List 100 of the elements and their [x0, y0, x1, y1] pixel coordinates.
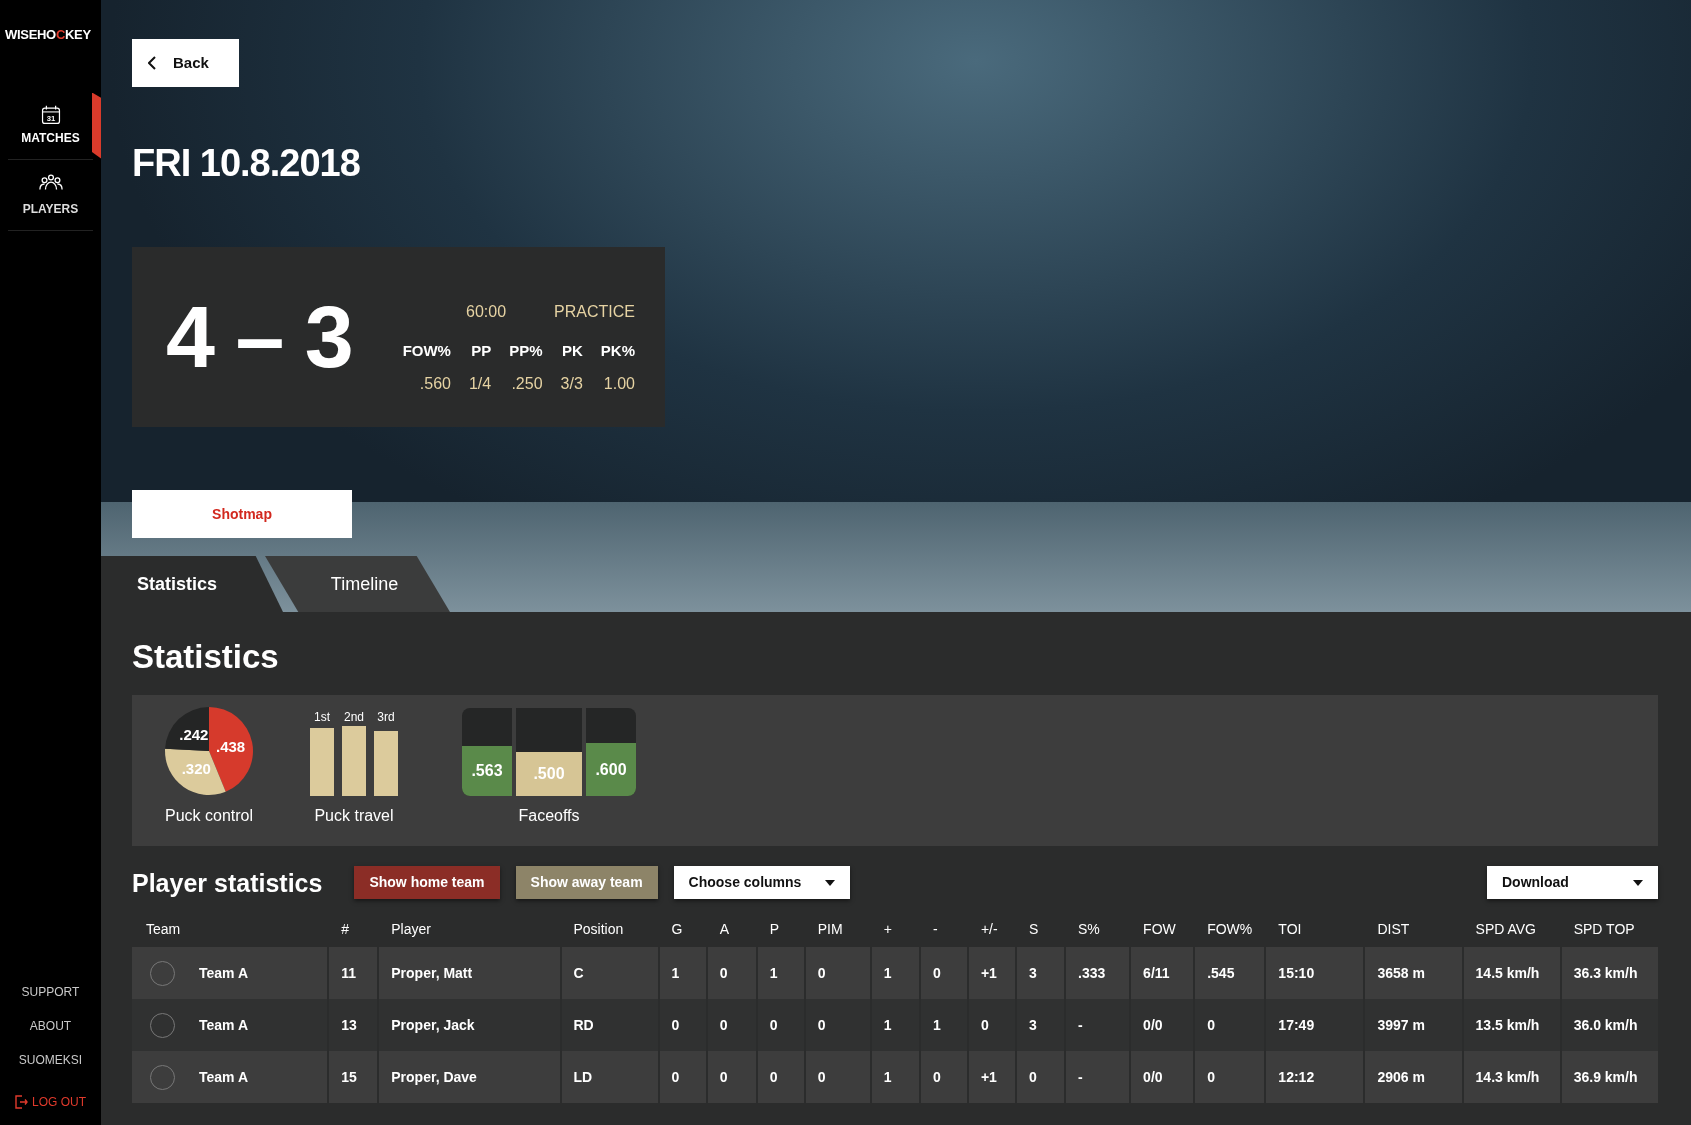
period-label: 1st — [314, 709, 330, 726]
active-indicator — [92, 92, 101, 159]
stat-value: 1/4 — [468, 374, 492, 395]
table-cell: 36.0 km/h — [1561, 999, 1658, 1051]
nav-item[interactable]: 31 MATCHES — [0, 92, 101, 159]
column-header: PIM — [816, 919, 844, 939]
table-cell: 1 — [757, 947, 804, 999]
stat-value: 3/3 — [560, 374, 583, 395]
stat-value: 1.00 — [602, 374, 635, 395]
table-cell: 12:12 — [1266, 1051, 1364, 1103]
team-name: Team A — [199, 1067, 248, 1087]
slice-label: .242 — [179, 726, 209, 744]
chart-caption: Puck control — [164, 806, 253, 826]
column-header: + — [882, 919, 893, 939]
column-header: SPD AVG — [1474, 919, 1537, 939]
shotmap-button[interactable]: Shotmap — [132, 490, 352, 538]
table-cell: 0 — [757, 999, 804, 1051]
match-date: FRI 10.8.2018 — [132, 144, 361, 182]
dropdown-button[interactable]: Choose columns — [673, 866, 851, 899]
table-cell: - — [1066, 1051, 1130, 1103]
sidebar-link[interactable]: SUPPORT — [21, 983, 80, 1001]
filter-button[interactable]: Show home team — [354, 866, 500, 899]
table-cell: +1 — [968, 1051, 1015, 1103]
column-header: SPD TOP — [1572, 919, 1636, 939]
team-name: Team A — [199, 963, 248, 983]
logout-link[interactable]: LOG OUT — [15, 1093, 86, 1111]
chevron-left-icon — [148, 56, 157, 70]
table-cell: 6/11 — [1131, 947, 1194, 999]
table-cell: 14.5 km/h — [1463, 947, 1560, 999]
slice-label: .438 — [216, 737, 246, 755]
table-cell: 0 — [968, 999, 1015, 1051]
bar — [342, 726, 366, 796]
table-cell: 0 — [1195, 1051, 1265, 1103]
dropdown-button[interactable]: Download — [1487, 866, 1658, 899]
section-heading: Player statistics — [132, 867, 323, 898]
table-cell: 1 — [871, 1051, 919, 1103]
nav-item[interactable]: PLAYERS — [0, 159, 101, 230]
game-time: 60:00 — [466, 301, 507, 322]
stat-label: PP% — [509, 340, 543, 361]
filter-button[interactable]: Show away team — [515, 866, 658, 899]
table-cell: 1 — [659, 947, 706, 999]
team-name: Team A — [199, 1015, 248, 1035]
table-cell: Proper, Matt — [379, 947, 560, 999]
table-cell: 0/0 — [1131, 1051, 1194, 1103]
table-cell: LD — [561, 1051, 658, 1103]
column-header: P — [768, 919, 781, 939]
table-cell: 36.9 km/h — [1561, 1051, 1658, 1103]
table-cell: 17:49 — [1266, 999, 1364, 1051]
chart-caption: Puck travel — [314, 806, 394, 826]
table-cell: Proper, Jack — [379, 999, 560, 1051]
table-cell: 15 — [329, 1051, 378, 1103]
column-header: S% — [1077, 919, 1101, 939]
table-cell: 13.5 km/h — [1463, 999, 1560, 1051]
table-cell: Proper, Dave — [379, 1051, 560, 1103]
table-cell: 3 — [1016, 999, 1064, 1051]
column-header: TOI — [1277, 919, 1303, 939]
meter-reading: .600 — [595, 759, 627, 780]
table-cell: C — [561, 947, 658, 999]
slice-label: .320 — [181, 759, 211, 777]
stat-label: PK% — [600, 340, 635, 361]
table-cell: 3658 m — [1365, 947, 1462, 999]
caret-icon — [825, 879, 836, 886]
tab[interactable]: Timeline — [265, 556, 450, 612]
column-header: Team — [145, 919, 182, 939]
table-cell: 1 — [871, 947, 919, 999]
logout-icon — [15, 1095, 28, 1109]
meter-reading: .500 — [533, 764, 565, 784]
score: 4 – 3 — [166, 286, 352, 388]
table-cell: 0 — [805, 1051, 870, 1103]
game-type: PRACTICE — [554, 301, 635, 322]
table-cell: 15:10 — [1266, 947, 1364, 999]
column-header: G — [670, 919, 684, 939]
stat-label: PK — [560, 340, 583, 361]
stat-label: PP — [470, 340, 492, 361]
table-cell: RD — [561, 999, 658, 1051]
sidebar-link[interactable]: SUOMEKSI — [18, 1051, 83, 1069]
tab[interactable]: Statistics — [101, 556, 283, 612]
table-cell: 0 — [920, 1051, 967, 1103]
table-cell: 1 — [871, 999, 919, 1051]
bar — [310, 728, 334, 796]
table-cell: +1 — [968, 947, 1015, 999]
table-cell: 2906 m — [1365, 1051, 1462, 1103]
table-cell: 0 — [805, 999, 870, 1051]
period-label: 2nd — [344, 709, 364, 726]
stat-value: .560 — [418, 374, 451, 395]
table-cell: 0 — [920, 947, 967, 999]
meter-reading: .563 — [471, 761, 503, 782]
back-button[interactable]: Back — [132, 39, 239, 87]
column-header: +/- — [979, 919, 999, 939]
sidebar-link[interactable]: ABOUT — [29, 1017, 72, 1035]
column-header: FOW — [1142, 919, 1177, 939]
table-cell: 0 — [1195, 999, 1265, 1051]
table-cell: 0 — [805, 947, 870, 999]
stat-label: FOW% — [402, 340, 451, 361]
stat-value: .250 — [510, 374, 543, 395]
logo: WISEHOCKEY — [5, 26, 91, 44]
table-cell: .333 — [1066, 947, 1130, 999]
column-header: A — [718, 919, 730, 939]
section-heading: Statistics — [132, 640, 280, 673]
table-cell: 11 — [329, 947, 378, 999]
